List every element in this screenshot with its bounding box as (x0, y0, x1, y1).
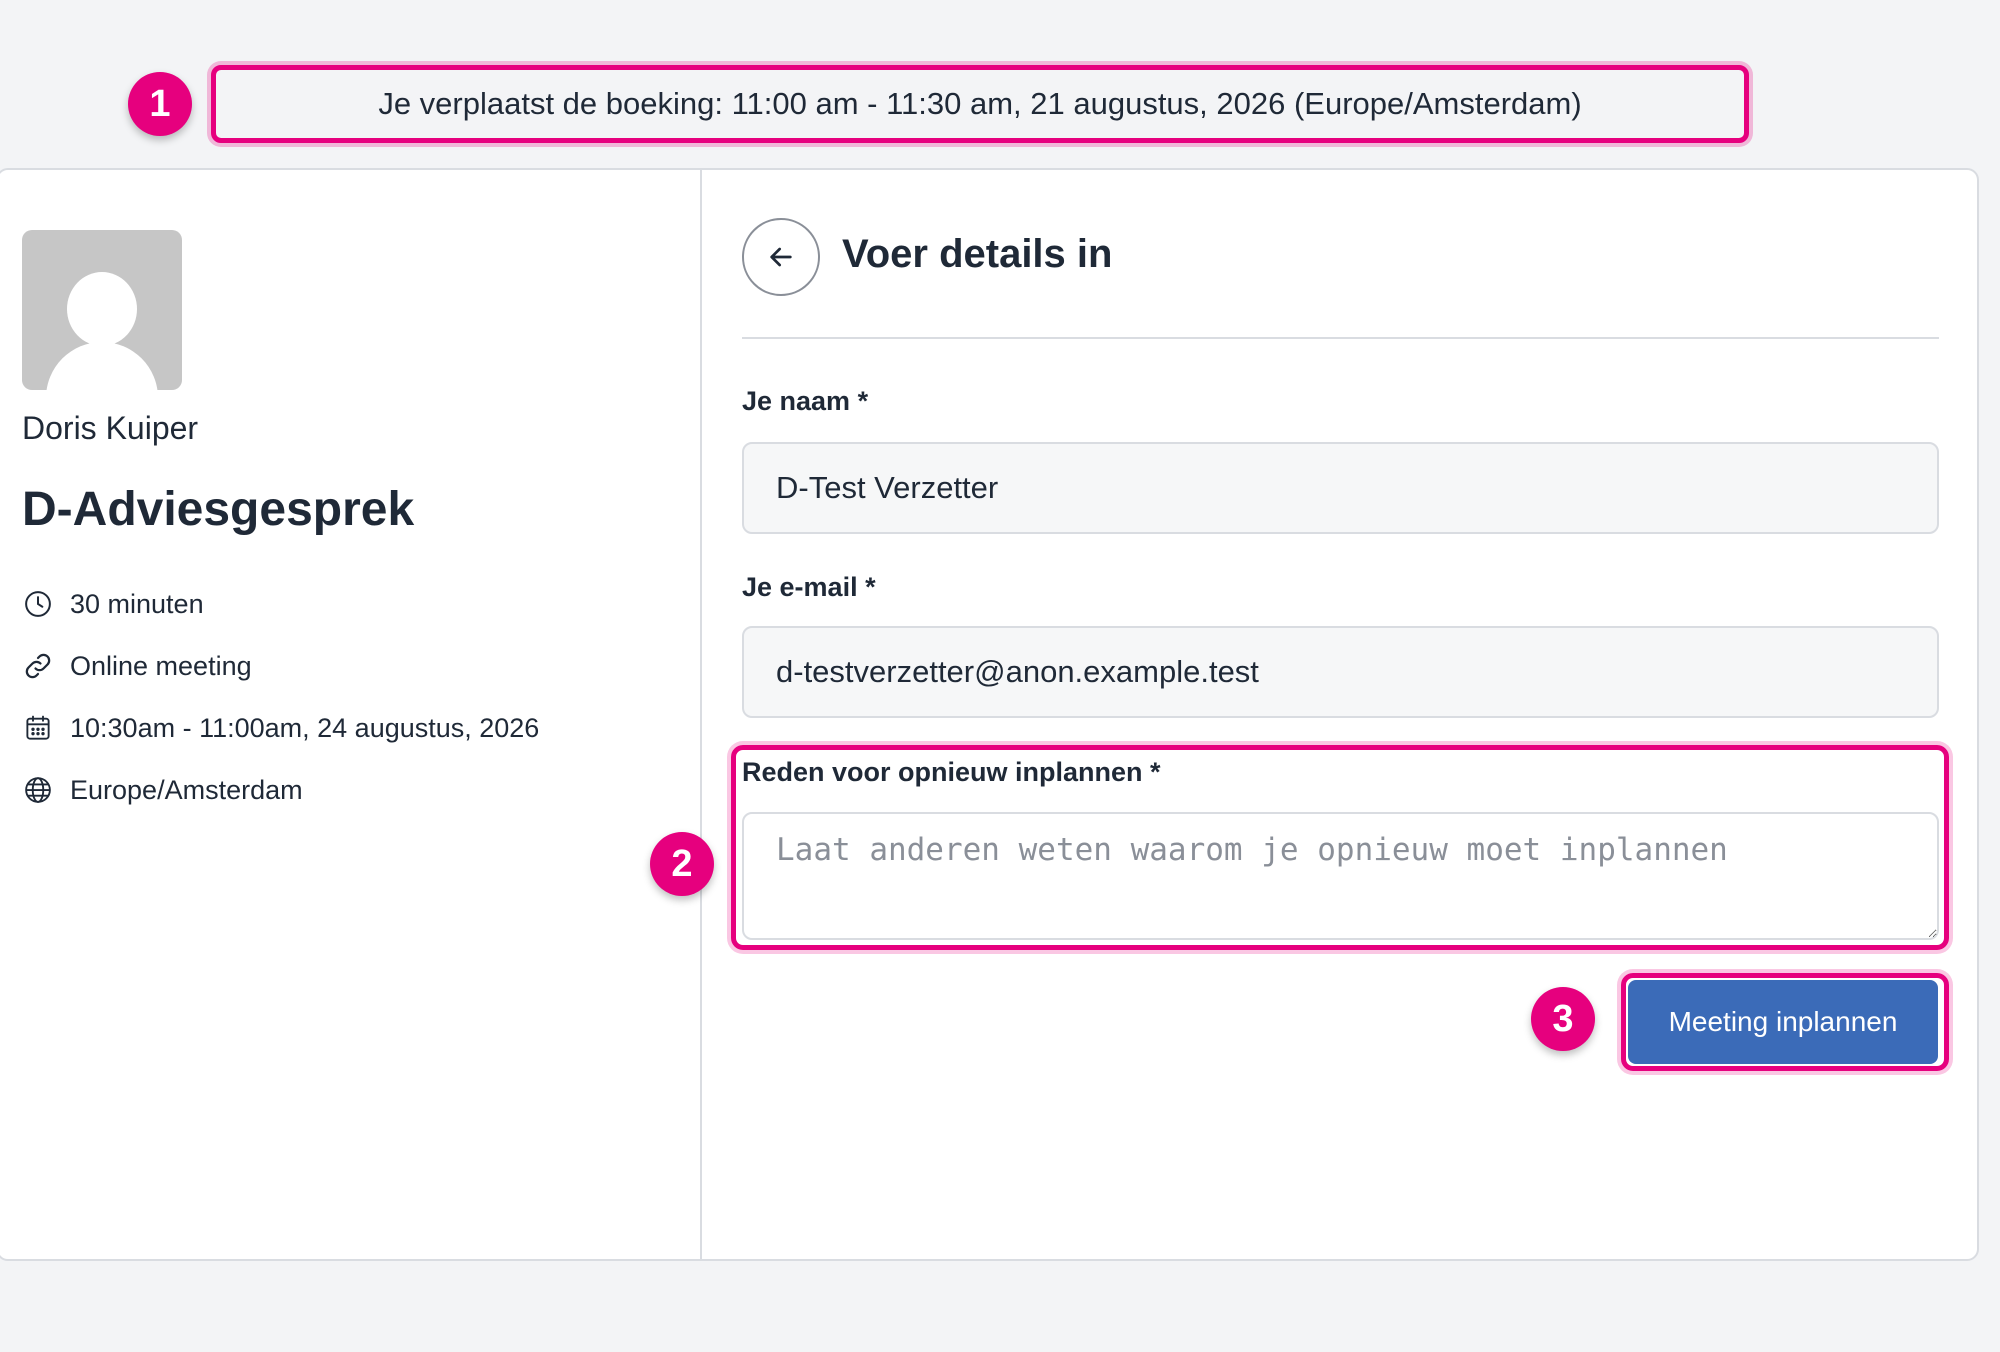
event-duration: 30 minuten (70, 588, 204, 619)
link-icon (22, 650, 54, 682)
globe-icon (22, 774, 54, 806)
avatar-head-shape (67, 272, 137, 346)
name-label: Je naam * (742, 386, 869, 416)
calendar-icon (22, 712, 54, 744)
arrow-left-icon (770, 247, 792, 267)
email-input[interactable] (742, 626, 1939, 718)
rescheduling-banner: Je verplaatst de boeking: 11:00 am - 11:… (211, 65, 1749, 143)
back-button[interactable] (742, 218, 820, 296)
event-location-row: Online meeting (22, 650, 252, 682)
event-title: D-Adviesgesprek (22, 483, 415, 536)
avatar-body-shape (46, 342, 158, 390)
email-label: Je e-mail * (742, 572, 876, 602)
clock-icon (22, 588, 54, 620)
name-input[interactable] (742, 442, 1939, 534)
event-time-row: 10:30am - 11:00am, 24 augustus, 2026 (22, 712, 539, 744)
form-header-divider (742, 337, 1939, 339)
form-title: Voer details in (842, 232, 1113, 276)
column-divider (700, 168, 702, 1261)
schedule-meeting-button[interactable]: Meeting inplannen (1628, 980, 1938, 1064)
reschedule-reason-label: Reden voor opnieuw inplannen * (742, 757, 1161, 787)
event-duration-row: 30 minuten (22, 588, 204, 620)
step-badge-3: 3 (1531, 987, 1595, 1051)
reschedule-reason-textarea[interactable] (742, 812, 1939, 940)
event-location: Online meeting (70, 650, 252, 681)
step-badge-1: 1 (128, 72, 192, 136)
host-name: Doris Kuiper (22, 410, 199, 446)
event-timezone-row: Europe/Amsterdam (22, 774, 303, 806)
host-avatar (22, 230, 182, 390)
step-badge-2: 2 (650, 832, 714, 896)
rescheduling-banner-text: Je verplaatst de boeking: 11:00 am - 11:… (378, 86, 1582, 121)
event-timezone: Europe/Amsterdam (70, 774, 303, 805)
event-time: 10:30am - 11:00am, 24 augustus, 2026 (70, 712, 540, 743)
